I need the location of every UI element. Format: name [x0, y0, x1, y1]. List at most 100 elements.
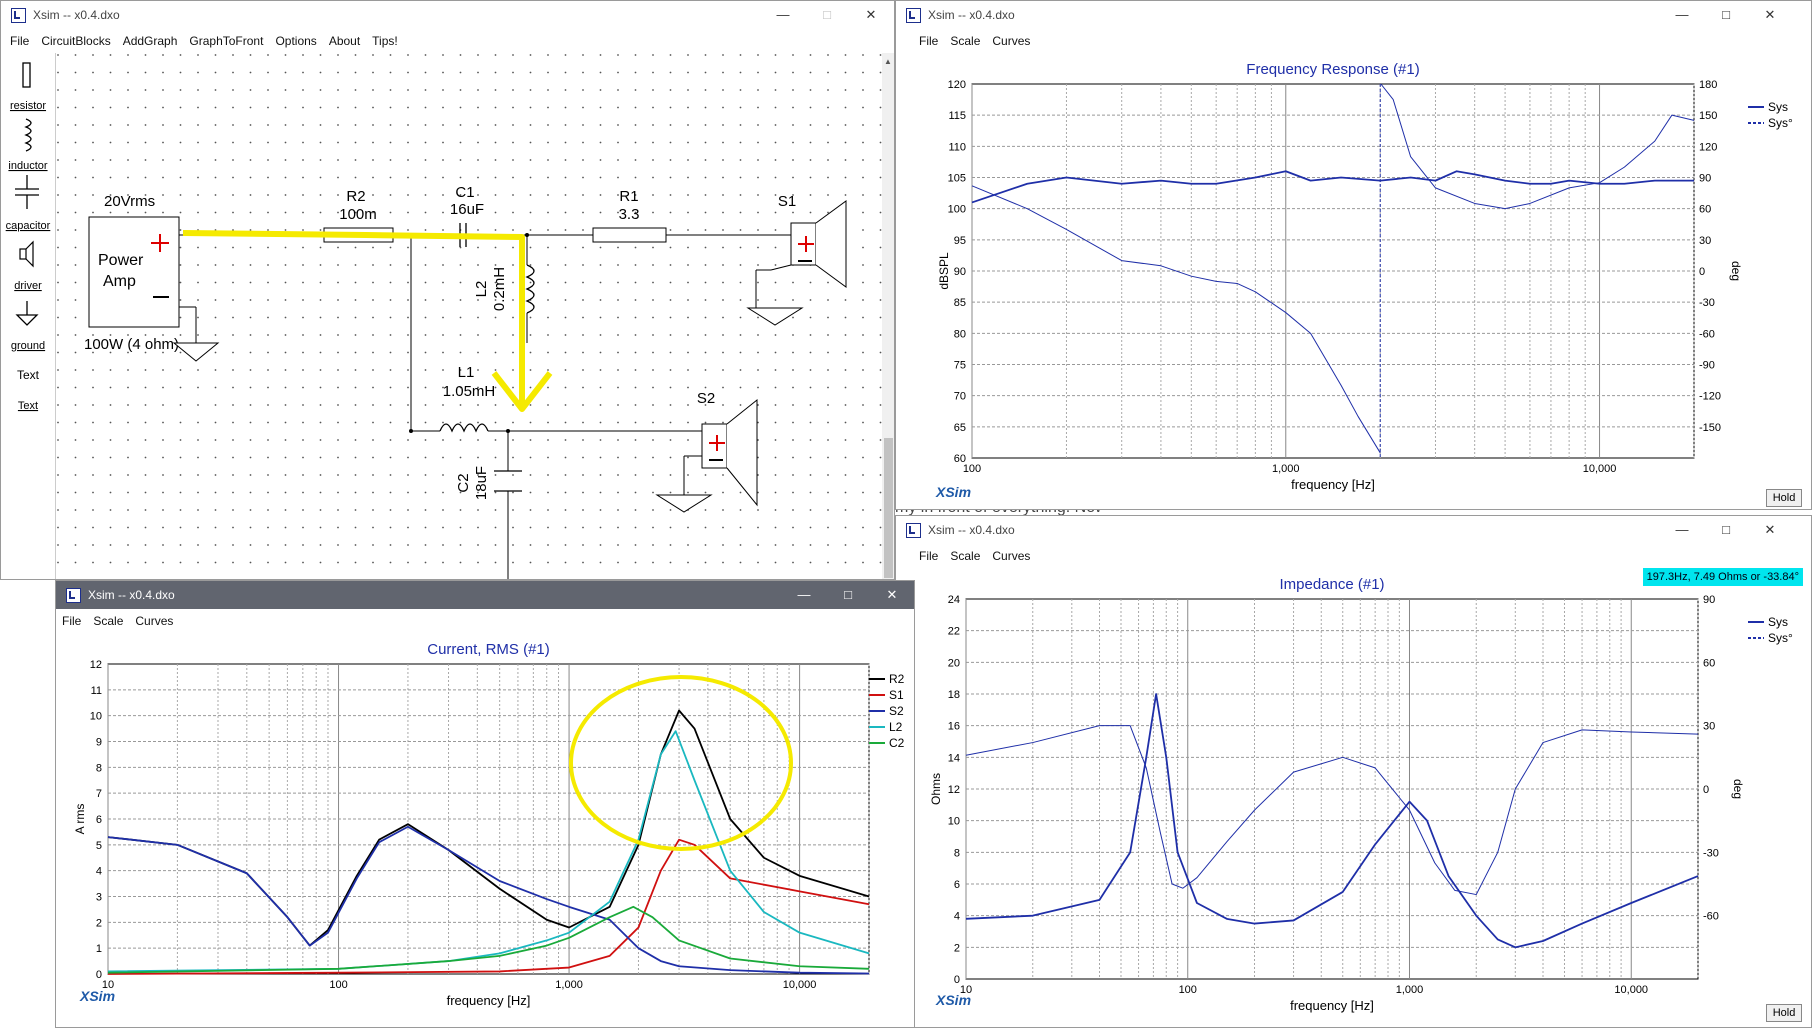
y-tick-label: 12 — [948, 784, 960, 796]
y-tick-label: 105 — [948, 173, 966, 185]
impedance-titlebar[interactable]: Xsim -- x0.4.dxo — □ ✕ — [896, 516, 1811, 544]
hold-button[interactable]: Hold — [1766, 489, 1802, 507]
y2-tick-label: -60 — [1703, 911, 1719, 923]
palette-label-capacitor[interactable]: capacitor — [6, 220, 51, 232]
legend-entry: Sys° — [1768, 116, 1793, 130]
palette-label-inductor[interactable]: inductor — [8, 160, 47, 172]
ground-icon[interactable] — [15, 301, 39, 326]
palette-label-text[interactable]: Text — [18, 400, 38, 412]
y-tick-label: 10 — [948, 816, 960, 828]
y-tick-label: 80 — [954, 328, 966, 340]
maximize-button[interactable]: □ — [1704, 516, 1748, 544]
menu-options[interactable]: Options — [269, 31, 322, 51]
freq-titlebar[interactable]: Xsim -- x0.4.dxo — □ ✕ — [896, 1, 1811, 29]
menu-file[interactable]: File — [1, 31, 35, 51]
close-button[interactable]: ✕ — [870, 581, 914, 609]
maximize-button[interactable]: □ — [826, 581, 870, 609]
close-button[interactable]: ✕ — [1748, 1, 1792, 29]
y2-tick-label: 90 — [1703, 594, 1715, 606]
chart-title: Current, RMS (#1) — [427, 641, 550, 658]
menu-addgraph[interactable]: AddGraph — [117, 31, 184, 51]
amp-name-line1: Power — [98, 252, 144, 269]
y-axis-label: dBSPL — [937, 252, 951, 290]
frequency-response-chart[interactable]: 60 65 70 75 80 85 90 95 100 105 110 115 120 -150 -120 -… — [896, 53, 1811, 509]
x-tick-label: 10,000 — [1583, 463, 1617, 475]
scroll-thumb[interactable] — [884, 438, 893, 578]
maximize-button[interactable]: □ — [1704, 1, 1748, 29]
y2-tick-label: 60 — [1699, 204, 1711, 216]
menu-curves[interactable]: Curves — [129, 611, 179, 631]
menu-scale[interactable]: Scale — [944, 546, 986, 566]
menu-scale[interactable]: Scale — [944, 31, 986, 51]
y-tick-label: 3 — [96, 892, 102, 904]
current-titlebar[interactable]: Xsim -- x0.4.dxo — □ ✕ — [56, 581, 914, 609]
minimize-button[interactable]: — — [1660, 1, 1704, 29]
xsim-brand-label: XSim — [935, 992, 971, 1008]
y-axis-label: Ohms — [929, 773, 943, 805]
resistor-icon[interactable] — [22, 62, 31, 88]
y-tick-label: 90 — [954, 266, 966, 278]
y-tick-label: 12 — [90, 659, 102, 671]
legend-entry: C2 — [889, 736, 905, 750]
x-axis-label: frequency [Hz] — [1291, 477, 1375, 492]
menu-file[interactable]: File — [56, 611, 87, 631]
schematic-titlebar[interactable]: Xsim -- x0.4.dxo — □ ✕ — [1, 1, 894, 29]
r2-name: R2 — [346, 188, 365, 205]
menu-scale[interactable]: Scale — [87, 611, 129, 631]
hold-button[interactable]: Hold — [1766, 1004, 1802, 1022]
minimize-button[interactable]: — — [761, 1, 805, 29]
menu-curves[interactable]: Curves — [986, 31, 1036, 51]
y2-tick-label: 30 — [1703, 721, 1715, 733]
text-icon[interactable]: Text — [17, 368, 40, 382]
legend-entry: L2 — [889, 720, 903, 734]
c2-value: 18uF — [473, 466, 490, 500]
x-tick-label: 100 — [329, 979, 347, 991]
y2-tick-label: -120 — [1699, 391, 1721, 403]
legend-entry: Sys — [1768, 615, 1788, 629]
chart-title: Frequency Response (#1) — [1246, 61, 1419, 78]
menu-curves[interactable]: Curves — [986, 546, 1036, 566]
y-tick-label: 24 — [948, 594, 960, 606]
menu-file[interactable]: File — [896, 546, 944, 566]
y-axis-label: A rms — [73, 804, 87, 835]
driver-icon[interactable] — [19, 240, 34, 268]
menu-circuitblocks[interactable]: CircuitBlocks — [35, 31, 116, 51]
frequency-response-window: Xsim -- x0.4.dxo — □ ✕ File Scale Curves 6… — [895, 0, 1812, 510]
y-tick-label: 6 — [96, 814, 102, 826]
schematic-canvas[interactable]: 20Vrms Power Amp 100W (4 ohm) R2 100m C1… — [56, 53, 882, 580]
y-tick-label: 8 — [96, 762, 102, 774]
capacitor-icon[interactable] — [15, 175, 39, 209]
current-rms-chart[interactable]: 012345678910111210 100 1,000 10,000Current,… — [56, 633, 914, 1027]
c2-name: C2 — [455, 473, 472, 492]
palette-label-ground[interactable]: ground — [11, 340, 45, 352]
impedance-menubar: File Scale Curves — [896, 546, 1811, 566]
inductor-icon[interactable] — [24, 118, 32, 152]
y-tick-label: 95 — [954, 235, 966, 247]
menu-about[interactable]: About — [323, 31, 366, 51]
minimize-button[interactable]: — — [782, 581, 826, 609]
x-axis-label: frequency [Hz] — [1290, 998, 1374, 1013]
maximize-button[interactable]: □ — [805, 1, 849, 29]
menu-file[interactable]: File — [896, 31, 944, 51]
y2-axis-label: deg — [1729, 261, 1743, 281]
palette-label-resistor[interactable]: resistor — [10, 100, 46, 112]
y-tick-label: 16 — [948, 721, 960, 733]
menu-graphtofront[interactable]: GraphToFront — [183, 31, 269, 51]
impedance-window: Xsim -- x0.4.dxo — □ ✕ File Scale Curves 0… — [895, 515, 1812, 1028]
menu-tips[interactable]: Tips! — [366, 31, 404, 51]
close-button[interactable]: ✕ — [1748, 516, 1792, 544]
schematic-scrollbar[interactable]: ▲ — [882, 53, 894, 579]
window-title: Xsim -- x0.4.dxo — [33, 8, 120, 22]
window-title: Xsim -- x0.4.dxo — [928, 523, 1015, 537]
impedance-chart[interactable]: 024681012141618202224-60-30030609010 100 1… — [896, 568, 1811, 1028]
palette-label-driver[interactable]: driver — [14, 280, 42, 292]
y-tick-label: 18 — [948, 689, 960, 701]
minimize-button[interactable]: — — [1660, 516, 1704, 544]
close-button[interactable]: ✕ — [849, 1, 893, 29]
chart-title: Impedance (#1) — [1279, 576, 1384, 593]
window-title: Xsim -- x0.4.dxo — [928, 8, 1015, 22]
y-tick-label: 85 — [954, 297, 966, 309]
scroll-up-arrow[interactable]: ▲ — [884, 57, 892, 66]
c1-name: C1 — [455, 184, 474, 201]
x-tick-label: 100 — [1179, 984, 1197, 996]
